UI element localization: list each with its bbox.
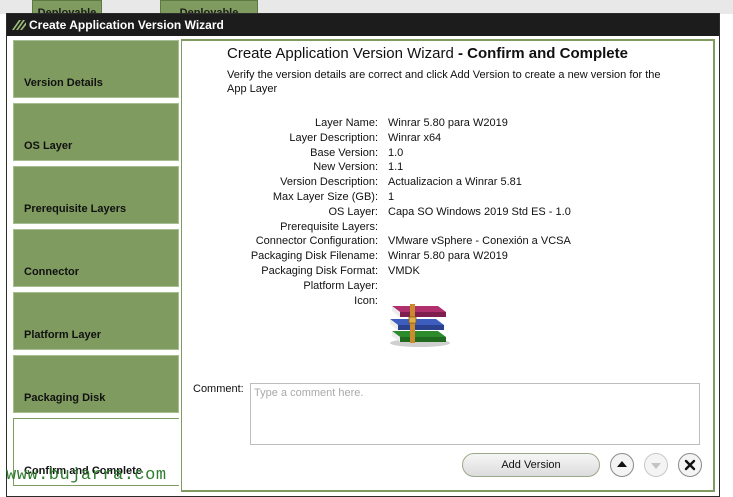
background-strip [0,0,733,14]
step-platform-layer[interactable]: Platform Layer [13,292,179,350]
step-label: Version Details [24,77,103,89]
detail-value: 1.0 [388,146,404,159]
detail-row: Platform Layer: [182,280,716,295]
arrow-down-icon[interactable] [644,453,668,477]
step-os-layer[interactable]: OS Layer [13,103,179,161]
detail-value: Winrar 5.80 para W2019 [388,250,508,263]
wizard-window: Create Application Version Wizard Versio… [6,13,720,497]
step-label: OS Layer [24,140,73,152]
title-bar: Create Application Version Wizard [7,14,719,36]
winrar-books-icon [390,304,450,347]
detail-key: Version Description: [280,176,378,189]
detail-row: OS Layer: Capa SO Windows 2019 Std ES - 1… [182,206,716,221]
detail-value: Winrar x64 [388,131,442,144]
watermark-text: www.bujarra.com [6,466,167,485]
app-logo-icon [12,20,26,30]
detail-key: Icon: [354,294,378,307]
step-version-details[interactable]: Version Details [13,40,179,98]
detail-row: Packaging Disk Format: VMDK [182,265,716,280]
step-prerequisite-layers[interactable]: Prerequisite Layers [13,166,179,224]
detail-key: Packaging Disk Format: [261,264,378,277]
detail-value: Capa SO Windows 2019 Std ES - 1.0 [388,205,571,218]
detail-value: 1 [388,190,395,203]
detail-value: 1.1 [388,161,404,174]
add-version-button[interactable]: Add Version [462,453,600,477]
step-label: Packaging Disk [24,392,106,404]
wizard-steps: Version Details OS Layer Prerequisite La… [13,40,179,491]
detail-row: Connector Configuration: VMware vSphere -… [182,235,716,250]
detail-row: Version Description: Actualizacion a Winr… [182,176,716,191]
detail-row: Packaging Disk Filename: Winrar 5.80 para… [182,250,716,265]
comment-label: Comment: [193,383,244,395]
detail-value: Actualizacion a Winrar 5.81 [388,176,522,189]
step-label: Prerequisite Layers [24,203,127,215]
detail-row: Prerequisite Layers: [182,221,716,236]
detail-key: Layer Description: [289,131,378,144]
detail-row: Layer Name: Winrar 5.80 para W2019 [182,117,716,132]
detail-key: Platform Layer: [303,279,378,292]
detail-key: Prerequisite Layers: [280,220,378,233]
detail-value: Winrar 5.80 para W2019 [388,117,508,129]
detail-key: Packaging Disk Filename: [250,250,378,263]
step-label: Connector [24,266,79,278]
detail-key: Base Version: [310,146,378,159]
step-connector[interactable]: Connector [13,229,179,287]
detail-key: Max Layer Size (GB): [272,190,378,203]
detail-row: Base Version: 1.0 [182,147,716,162]
detail-row: Layer Description: Winrar x64 [182,132,716,147]
detail-key: OS Layer: [328,205,378,218]
detail-row: Max Layer Size (GB): 1 [182,191,716,206]
step-label: Platform Layer [24,329,102,341]
details-list: Layer Name: Winrar 5.80 para W2019 Layer … [182,117,716,309]
title-prefix: Create Application Version Wizard [227,45,454,62]
detail-value: VMware vSphere - Conexión a VCSA [388,235,571,248]
detail-key: Layer Name: [315,117,378,129]
content-panel: Create Application Version Wizard - Conf… [181,39,715,492]
window-title: Create Application Version Wizard [29,18,224,32]
arrow-up-icon[interactable] [610,453,634,477]
detail-key: Connector Configuration: [255,235,378,248]
step-packaging-disk[interactable]: Packaging Disk [13,355,179,413]
page-title: Create Application Version Wizard - Conf… [227,45,628,62]
detail-value: VMDK [388,264,420,277]
title-suffix: - Confirm and Complete [453,45,628,62]
detail-key: New Version: [313,161,378,174]
detail-row: New Version: 1.1 [182,161,716,176]
comment-input[interactable] [250,383,700,445]
close-icon[interactable] [678,453,702,477]
intro-text: Verify the version details are correct a… [227,69,661,95]
